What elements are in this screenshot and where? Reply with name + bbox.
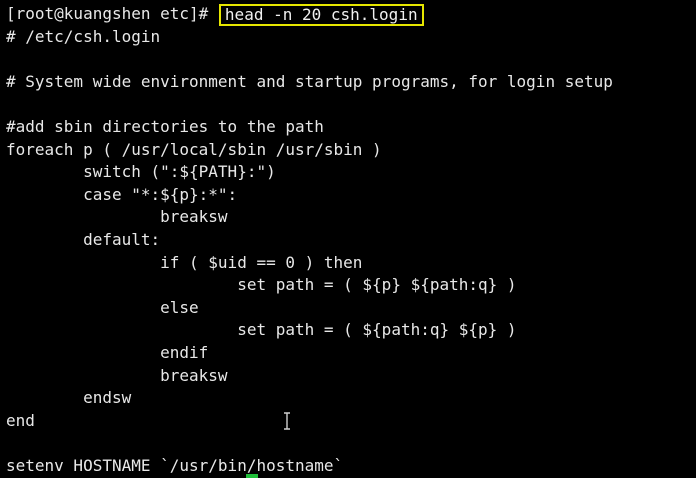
output-line: set path = ( ${p} ${path:q} ) <box>6 275 517 295</box>
output-line: setenv HOSTNAME `/usr/bin/hostname` <box>6 455 344 475</box>
output-line: else <box>6 297 199 317</box>
block-cursor-icon <box>246 474 258 478</box>
highlighted-command: head -n 20 csh.login <box>218 4 424 26</box>
output-line: default: <box>6 229 161 249</box>
terminal-window[interactable]: [root@kuangshen etc]# head -n 20 csh.log… <box>0 0 696 478</box>
output-line: #add sbin directories to the path <box>6 116 324 136</box>
output-line: end <box>6 410 35 430</box>
output-line: switch (":${PATH}:") <box>6 162 276 182</box>
output-line: # /etc/csh.login <box>6 26 161 46</box>
output-line: case "*:${p}:*": <box>6 184 238 204</box>
output-line: if ( $uid == 0 ) then <box>6 252 363 272</box>
ibeam-cursor-icon <box>282 412 292 430</box>
output-line: # System wide environment and startup pr… <box>6 71 613 91</box>
shell-prompt: [root@kuangshen etc]# <box>6 4 218 23</box>
output-line: endif <box>6 342 209 362</box>
output-line: set path = ( ${path:q} ${p} ) <box>6 320 517 340</box>
output-line: breaksw <box>6 365 228 385</box>
output-line: breaksw <box>6 207 228 227</box>
prompt-line: [root@kuangshen etc]# head -n 20 csh.log… <box>6 3 696 26</box>
output-line: endsw <box>6 388 132 408</box>
output-line: foreach p ( /usr/local/sbin /usr/sbin ) <box>6 139 382 159</box>
terminal-screen: [root@kuangshen etc]# head -n 20 csh.log… <box>6 3 696 477</box>
